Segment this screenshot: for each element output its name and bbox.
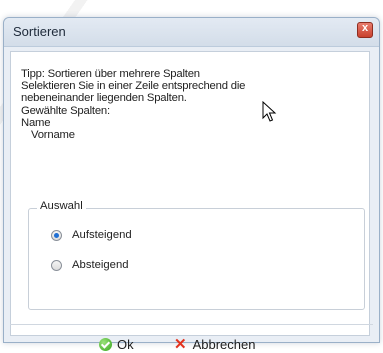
tip-line: Tipp: Sortieren über mehrere Spalten (21, 68, 200, 80)
auswahl-label: Auswahl (37, 200, 86, 212)
ok-button-label: Ok (117, 336, 134, 352)
title-bar[interactable]: Sortieren x (4, 18, 379, 47)
dialog-title: Sortieren (13, 24, 66, 39)
x-icon: ✕ (174, 335, 187, 353)
radio-aufsteigend-label[interactable]: Aufsteigend (72, 229, 132, 241)
footer-separator (10, 324, 373, 325)
close-button[interactable]: x (357, 22, 373, 38)
radio-aufsteigend[interactable]: Aufsteigend (51, 227, 132, 243)
ok-button[interactable]: Ok (99, 335, 134, 353)
close-icon: x (361, 22, 369, 34)
instruction-line: Selektieren Sie in einer Zeile entsprech… (21, 80, 246, 93)
selected-columns-label: Gewählte Spalten: (21, 104, 110, 117)
mouse-cursor-icon (262, 101, 277, 122)
radio-absteigend[interactable]: Absteigend (51, 257, 129, 273)
info-text: Tipp: Sortieren über mehrere Spalten Sel… (21, 68, 245, 141)
check-circle-icon (99, 337, 112, 351)
radio-aufsteigend-icon[interactable] (51, 229, 62, 241)
radio-absteigend-label[interactable]: Absteigend (72, 259, 129, 271)
sort-dialog: Sortieren x Tipp: Sortieren über mehrere… (3, 17, 380, 352)
selected-column-vorname: Vorname (31, 129, 75, 142)
radio-absteigend-icon[interactable] (51, 259, 62, 271)
cancel-button[interactable]: ✕ Abbrechen (174, 335, 255, 353)
selected-column-name: Name (21, 116, 51, 129)
instruction-line-2: nebeneinander liegenden Spalten. (21, 92, 187, 105)
cancel-button-label: Abbrechen (192, 336, 256, 352)
